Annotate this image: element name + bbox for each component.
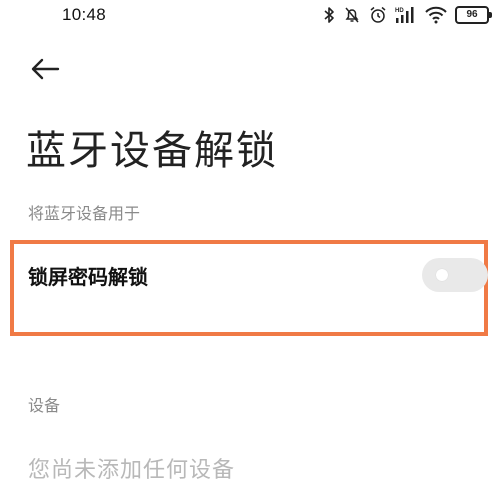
page-title: 蓝牙设备解锁 bbox=[26, 128, 278, 174]
section-label-devices: 设备 bbox=[28, 396, 61, 415]
lock-screen-unlock-label: 锁屏密码解锁 bbox=[28, 265, 148, 289]
wifi-icon bbox=[425, 6, 447, 24]
battery-icon: 96 bbox=[455, 6, 492, 24]
mute-icon bbox=[343, 6, 361, 24]
screen: 10:48 HD 96 蓝牙设备解锁 将蓝牙设备用于 锁屏密码解锁 设备 您尚未… bbox=[0, 0, 499, 490]
status-time: 10:48 bbox=[62, 5, 107, 24]
empty-devices-message: 您尚未添加任何设备 bbox=[28, 458, 236, 483]
svg-text:HD: HD bbox=[395, 8, 404, 14]
back-button[interactable] bbox=[28, 54, 64, 84]
status-bar: 10:48 HD 96 bbox=[0, 0, 499, 32]
lock-screen-unlock-toggle[interactable] bbox=[422, 258, 488, 292]
arrow-left-icon bbox=[31, 58, 60, 80]
section-label-use-for: 将蓝牙设备用于 bbox=[28, 204, 141, 223]
alarm-icon bbox=[369, 6, 387, 24]
hd-signal-icon: HD bbox=[395, 6, 417, 24]
bluetooth-icon bbox=[323, 6, 335, 24]
toggle-knob bbox=[436, 269, 448, 281]
status-icons: HD 96 bbox=[323, 4, 492, 26]
